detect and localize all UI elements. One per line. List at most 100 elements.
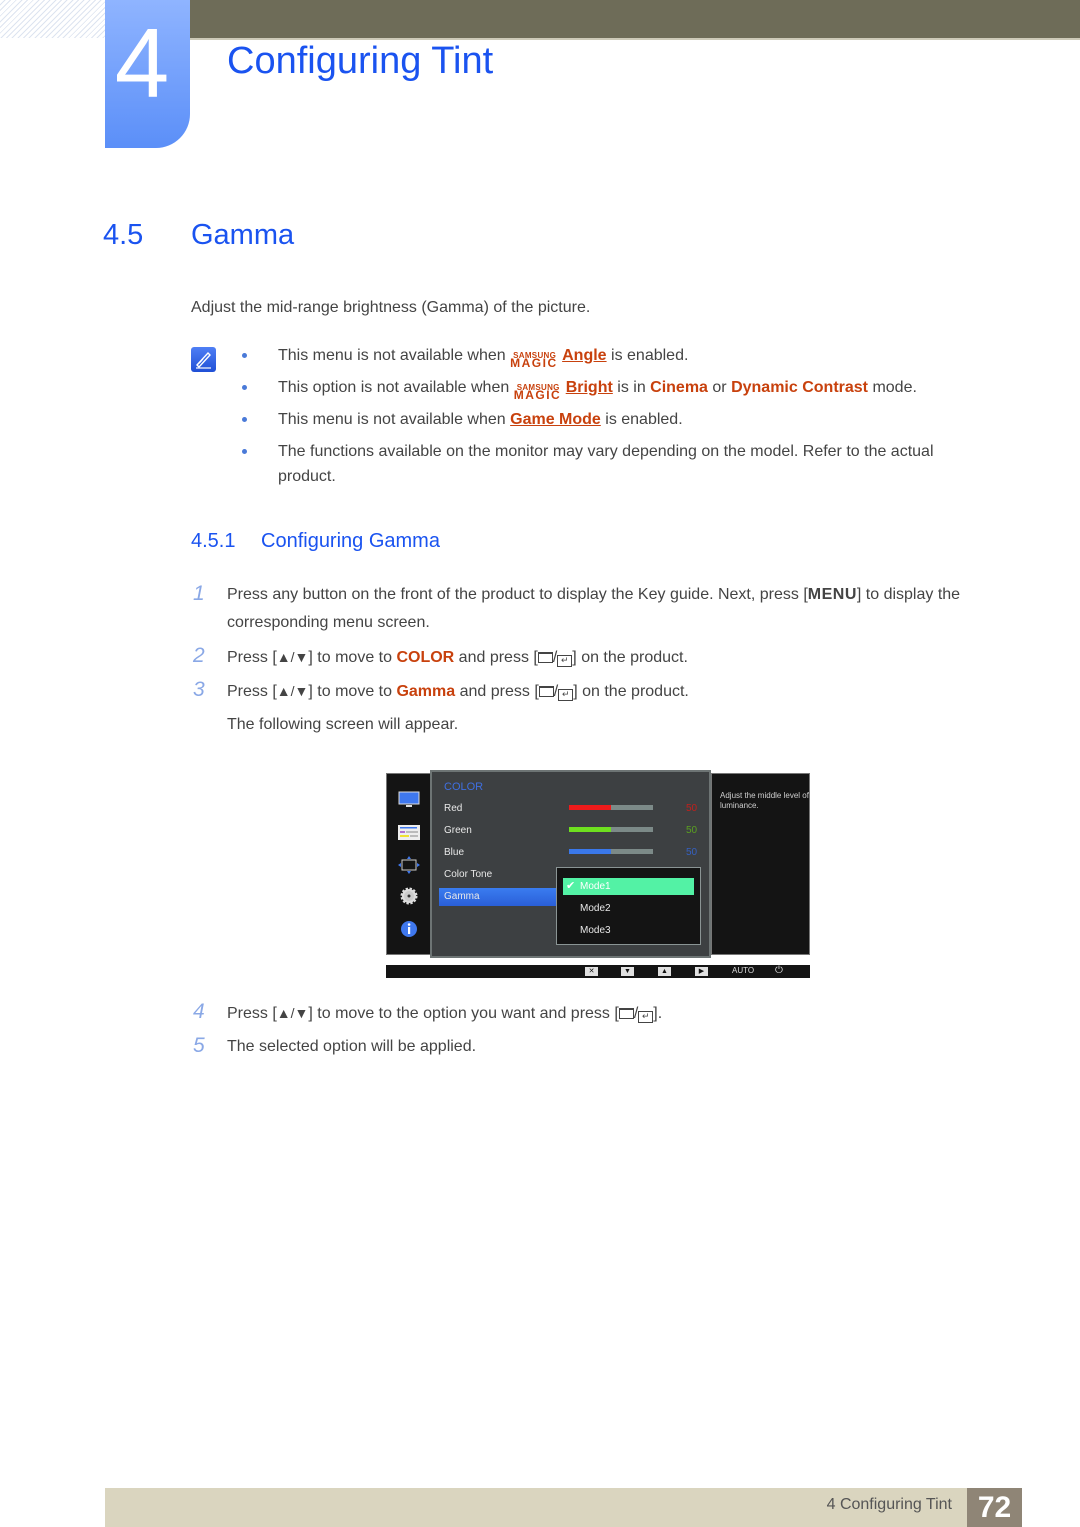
checkmark-icon: ✔ xyxy=(566,880,576,892)
note-item: This menu is not available when SAMSUNG M… xyxy=(242,343,982,370)
chapter-title: Configuring Tint xyxy=(227,40,494,82)
note-text: or xyxy=(707,379,732,396)
osd-sidebar xyxy=(386,773,431,955)
note-text: mode. xyxy=(868,379,917,396)
source-button-icon: ↵ xyxy=(557,655,573,667)
green-slider[interactable] xyxy=(569,827,653,832)
red-value: 50 xyxy=(686,803,698,814)
note-item: This menu is not available when Game Mod… xyxy=(242,407,982,432)
close-key-icon[interactable]: ✕ xyxy=(585,967,598,976)
monitor-icon xyxy=(398,791,420,807)
option-label: Mode2 xyxy=(580,903,611,914)
section-number: 4.5 xyxy=(103,219,144,251)
osd-item-gamma-label: Gamma xyxy=(444,891,480,902)
blue-slider[interactable] xyxy=(569,849,653,854)
step-text-part: ] to move to xyxy=(308,649,397,666)
note-pencil-icon xyxy=(191,347,216,372)
osd-item-gamma-selected[interactable]: Gamma xyxy=(439,888,559,906)
gamma-submenu: ✔ Mode1 Mode2 Mode3 xyxy=(556,867,701,945)
chapter-number: 4 xyxy=(114,8,170,118)
step-number: 1 xyxy=(193,582,205,605)
step-text-part: Press [ xyxy=(227,1005,277,1022)
samsung-magic-logo: SAMSUNG MAGIC xyxy=(514,376,566,402)
step-text-part: ] on the product. xyxy=(573,683,689,700)
step-text-part: and press [ xyxy=(454,649,538,666)
chapter-tab: 4 xyxy=(105,0,190,148)
note-text: is enabled. xyxy=(600,411,683,428)
picture-settings-icon xyxy=(398,825,420,840)
step-text-part: ]. xyxy=(653,1005,663,1022)
page-footer: 4 Configuring Tint 72 xyxy=(105,1488,1022,1527)
step-number: 4 xyxy=(193,1000,205,1023)
auto-key[interactable]: AUTO xyxy=(732,966,754,975)
bullet-dot xyxy=(242,449,247,454)
step-extra-text: The following screen will appear. xyxy=(227,716,459,733)
step-text: Press [▲/▼] to move to the option you wa… xyxy=(227,1005,663,1023)
step-text: Press [▲/▼] to move to COLOR and press [… xyxy=(227,649,688,667)
header-bar xyxy=(184,0,1080,38)
highlight-cinema: Cinema xyxy=(650,379,708,396)
bullet-dot xyxy=(242,353,247,358)
note-text: The functions available on the monitor m… xyxy=(278,443,934,485)
game-mode-link[interactable]: Game Mode xyxy=(510,411,601,428)
bullet-dot xyxy=(242,417,247,422)
subsection-title: Configuring Gamma xyxy=(261,530,440,552)
source-button-icon: ↵ xyxy=(558,689,574,701)
highlight-dynamic-contrast: Dynamic Contrast xyxy=(731,379,868,396)
osd-key-guide: ✕ ▼ ▲ ▶ AUTO ⏻ xyxy=(386,965,810,978)
step-text-part: ] to move to xyxy=(308,683,397,700)
source-button-icon: ↵ xyxy=(638,1011,654,1023)
page-number: 72 xyxy=(967,1488,1022,1527)
green-value: 50 xyxy=(686,825,698,836)
red-slider[interactable] xyxy=(569,805,653,810)
enter-button-icon xyxy=(537,652,553,663)
step-text-part: Press [ xyxy=(227,683,277,700)
note-text: is enabled. xyxy=(606,347,689,364)
step-text: Press [▲/▼] to move to Gamma and press [… xyxy=(227,677,1007,739)
highlight-color: COLOR xyxy=(396,649,455,666)
samsung-magic-logo: SAMSUNG MAGIC xyxy=(510,344,562,370)
magic-logo-bottom: MAGIC xyxy=(513,388,562,402)
gear-icon xyxy=(400,887,418,905)
option-label: Mode3 xyxy=(580,925,611,936)
blue-value: 50 xyxy=(686,847,698,858)
blue-slider-fill xyxy=(569,849,611,854)
osd-item-blue[interactable]: Blue xyxy=(444,847,464,858)
osd-help-panel: Adjust the middle level of luminance. xyxy=(711,773,810,955)
osd-item-green[interactable]: Green xyxy=(444,825,472,836)
note-list: This menu is not available when SAMSUNG M… xyxy=(242,343,982,496)
step-text-part: Press [ xyxy=(227,649,277,666)
enter-button-icon xyxy=(618,1008,634,1019)
osd-item-color-tone[interactable]: Color Tone xyxy=(444,869,492,880)
step-text-part: and press [ xyxy=(455,683,539,700)
step-text: The selected option will be applied. xyxy=(227,1038,477,1055)
submenu-option-mode1[interactable]: ✔ Mode1 xyxy=(563,878,694,895)
bullet-dot xyxy=(242,385,247,390)
info-icon xyxy=(401,921,417,937)
step-text-part: ] on the product. xyxy=(572,649,688,666)
magic-bright-link[interactable]: Bright xyxy=(566,379,613,396)
magic-angle-link[interactable]: Angle xyxy=(562,347,606,364)
submenu-option-mode2[interactable]: Mode2 xyxy=(563,900,694,917)
red-slider-fill xyxy=(569,805,611,810)
power-icon[interactable]: ⏻ xyxy=(775,965,783,976)
note-item: The functions available on the monitor m… xyxy=(242,439,982,489)
step-text-part: ] to move to the option you want and pre… xyxy=(308,1005,619,1022)
down-key-icon[interactable]: ▼ xyxy=(621,967,634,976)
note-text: This option is not available when xyxy=(278,379,514,396)
subsection-number: 4.5.1 xyxy=(191,530,236,552)
submenu-option-mode3[interactable]: Mode3 xyxy=(563,922,694,939)
up-down-arrows-icon: ▲/▼ xyxy=(276,683,309,699)
position-arrows-icon xyxy=(398,856,420,874)
up-key-icon[interactable]: ▲ xyxy=(658,967,671,976)
note-text: is in xyxy=(612,379,651,396)
osd-item-red[interactable]: Red xyxy=(444,803,462,814)
right-key-icon[interactable]: ▶ xyxy=(695,967,708,976)
step-number: 3 xyxy=(193,678,205,701)
header-hatch-pattern xyxy=(0,0,105,38)
footer-chapter-label: 4 Configuring Tint xyxy=(826,1496,952,1513)
enter-button-icon xyxy=(538,686,554,697)
osd-category-title: COLOR xyxy=(444,781,484,793)
osd-color-menu: COLOR Red 50 Green 50 Blue 50 Color Tone… xyxy=(430,770,711,958)
up-down-arrows-icon: ▲/▼ xyxy=(276,649,309,665)
